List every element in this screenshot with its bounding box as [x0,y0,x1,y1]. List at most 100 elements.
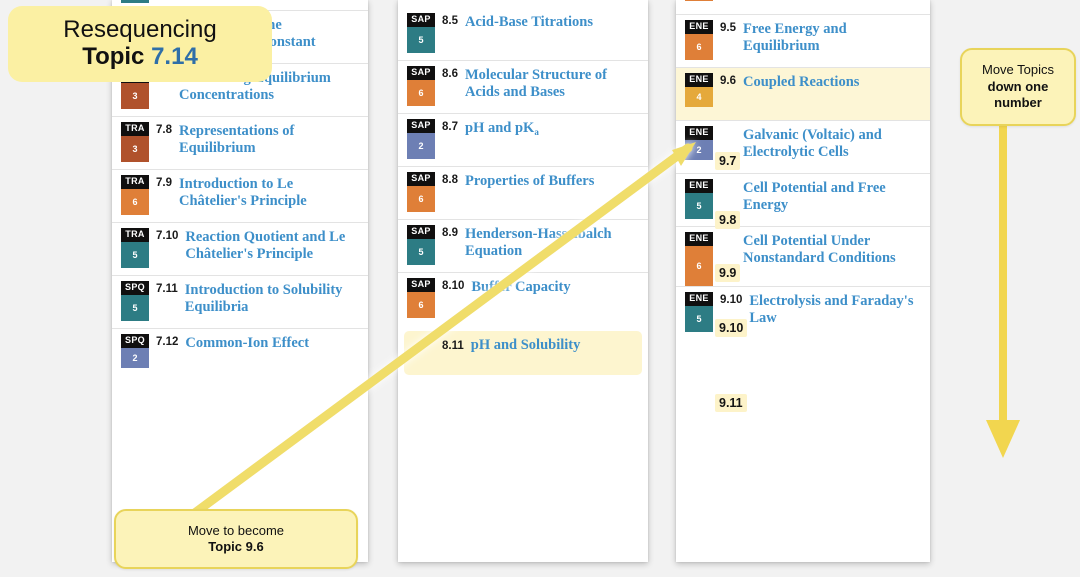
topic-title[interactable]: Coupled Reactions [743,74,859,91]
column-unit-8-rows: SAP 5 8.5 Acid-Base Titrations SAP 6 8.6… [398,8,648,381]
topic-row-highlighted[interactable]: 8.11 pH and Solubility [404,331,642,375]
topic-title[interactable]: Cell Potential and Free Energy [743,180,922,214]
topic-row[interactable]: SAP 5 8.5 Acid-Base Titrations [398,8,648,60]
topic-row[interactable]: SAP 6 8.6 Molecular Structure of Acids a… [398,60,648,113]
topic-row[interactable]: SPQ 5 7.11 Introduction to Solubility Eq… [112,275,368,328]
topic-row[interactable]: TRA 3 7.8 Representations of Equilibrium [112,116,368,169]
topic-text: 8.7 pH and pKa [435,114,648,145]
badge-practice-tag: ENE [685,179,713,193]
topic-title[interactable]: Representations of Equilibrium [179,123,360,157]
resequencing-banner: Resequencing Topic 7.14 [8,6,272,82]
skill-badge: TRA 5 [121,0,149,3]
skill-badge: ENE 6 [685,20,713,60]
topic-title[interactable]: Cell Potential Under Nonstandard Conditi… [743,233,922,267]
badge-practice-tag: ENE [685,20,713,34]
topic-number: 8.11 [442,339,464,352]
topic-title[interactable]: Properties of Buffers [465,173,594,190]
badge-practice-tag: ENE [685,292,713,306]
topic-title[interactable]: Electrolysis and Faraday's Law [749,293,922,327]
topic-number: 9.5 [720,22,736,34]
badge-practice-tag: ENE [685,126,713,140]
badge-skill-number: 5 [685,193,713,219]
skill-badge: 6 [685,0,713,1]
badge-skill-number: 2 [685,140,713,160]
renumber-chip: 9.10 [715,319,748,337]
callout-line2: Topic 9.6 [208,539,264,554]
skill-badge: SAP 5 [407,225,435,265]
topic-row[interactable]: TRA 5 7.10 Reaction Quotient and Le Chât… [112,222,368,275]
badge-practice-tag: TRA [121,122,149,136]
column-unit-8: SAP 5 8.5 Acid-Base Titrations SAP 6 8.6… [398,0,648,562]
badge-skill-number: 6 [685,0,713,1]
topic-row[interactable]: SAP 6 8.10 Buffer Capacity [398,272,648,325]
badge-skill-number: 2 [407,133,435,159]
skill-badge: SPQ 2 [121,334,149,368]
topic-number: 7.9 [156,177,172,189]
badge-practice-tag: ENE [685,232,713,246]
topic-number: 7.8 [156,124,172,136]
renumber-chip: 9.9 [715,264,741,282]
topic-text: 9.7 Galvanic (Voltaic) and Electrolytic … [713,121,930,169]
callout-line1: Move Topics [981,61,1054,77]
badge-practice-tag: SPQ [121,281,149,295]
banner-line1: Resequencing [63,16,217,44]
topic-text: 7.9 Introduction to Le Châtelier's Princ… [149,170,368,218]
topic-number: 8.8 [442,174,458,186]
topic-number: 7.12 [156,336,179,348]
topic-row[interactable]: TRA 6 7.9 Introduction to Le Châtelier's… [112,169,368,222]
topic-text: 7.10 Reaction Quotient and Le Châtelier'… [149,223,368,271]
topic-title[interactable]: Henderson-Hasselbalch Equation [465,226,640,260]
skill-badge: SAP 2 [407,119,435,159]
topic-text: 8.11 pH and Solubility [404,331,642,362]
topic-text: 9.9 Cell Potential Under Nonstandard Con… [713,227,930,275]
callout-move-to-become: Move to become Topic 9.6 [114,509,358,569]
topic-row[interactable]: SPQ 2 7.12 Common-Ion Effect [112,328,368,381]
topic-title[interactable]: Introduction to Le Châtelier's Principle [179,176,360,210]
topic-row-target[interactable]: ENE 4 9.6 Coupled Reactions [676,67,930,120]
topic-title[interactable]: Molecular Structure of Acids and Bases [465,67,640,101]
topic-number: 8.7 [442,121,458,133]
badge-practice-tag: SAP [407,66,435,80]
topic-title[interactable]: pH and pKa [465,120,539,137]
topic-title[interactable]: Acid-Base Titrations [465,14,593,31]
topic-title[interactable]: Galvanic (Voltaic) and Electrolytic Cell… [743,127,922,161]
topic-title[interactable]: Common-Ion Effect [185,335,309,352]
topic-number: 9.10 [720,294,743,306]
badge-practice-tag: SAP [407,172,435,186]
topic-row[interactable]: SAP 2 8.7 pH and pKa [398,113,648,166]
topic-title[interactable]: Free Energy and Equilibrium [743,21,922,55]
topic-text: 8.8 Properties of Buffers [435,167,648,198]
renumber-chip: 9.7 [715,152,741,170]
badge-skill-number: 5 [407,239,435,265]
topic-text: 7.11 Introduction to Solubility Equilibr… [149,276,368,324]
topic-title[interactable]: Buffer Capacity [471,279,570,296]
topic-text: 7.8 Representations of Equilibrium [149,117,368,165]
topic-text: 7.5 Magnitude of the Equilibrium Constan… [149,0,368,6]
move-down-arrow [986,120,1020,458]
topic-title[interactable]: pH and Solubility [471,337,581,354]
callout-line1: Move to become [187,522,285,538]
skill-badge: ENE 4 [685,73,713,107]
topic-number: 8.5 [442,15,458,27]
topic-row[interactable]: SAP 6 8.8 Properties of Buffers [398,166,648,219]
topic-text: 8.9 Henderson-Hasselbalch Equation [435,220,648,268]
skill-badge: ENE 2 [685,126,713,160]
topic-row[interactable]: ENE 6 9.5 Free Energy and Equilibrium [676,14,930,67]
skill-badge: SPQ 5 [121,281,149,321]
topic-title-subscript: a [534,127,539,137]
badge-skill-number: 4 [685,87,713,107]
topic-number: 8.9 [442,227,458,239]
badge-skill-number: 5 [121,0,149,3]
skill-badge: ENE 6 [685,232,713,286]
skill-badge: SAP 5 [407,13,435,53]
banner-topic-word: Topic [82,43,152,70]
topic-title-main: pH and pK [465,120,535,136]
topic-title[interactable]: Reaction Quotient and Le Châtelier's Pri… [185,229,360,263]
topic-title[interactable]: Introduction to Solubility Equilibria [185,282,360,316]
column-unit-9-rows: 6 Thermodynamic Control ENE 6 9.5 Free E… [676,0,930,339]
badge-skill-number: 5 [407,27,435,53]
topic-row[interactable]: SAP 5 8.9 Henderson-Hasselbalch Equation [398,219,648,272]
badge-skill-number: 6 [685,34,713,60]
badge-practice-tag: SAP [407,225,435,239]
topic-row[interactable]: 6 Thermodynamic Control [676,0,930,14]
